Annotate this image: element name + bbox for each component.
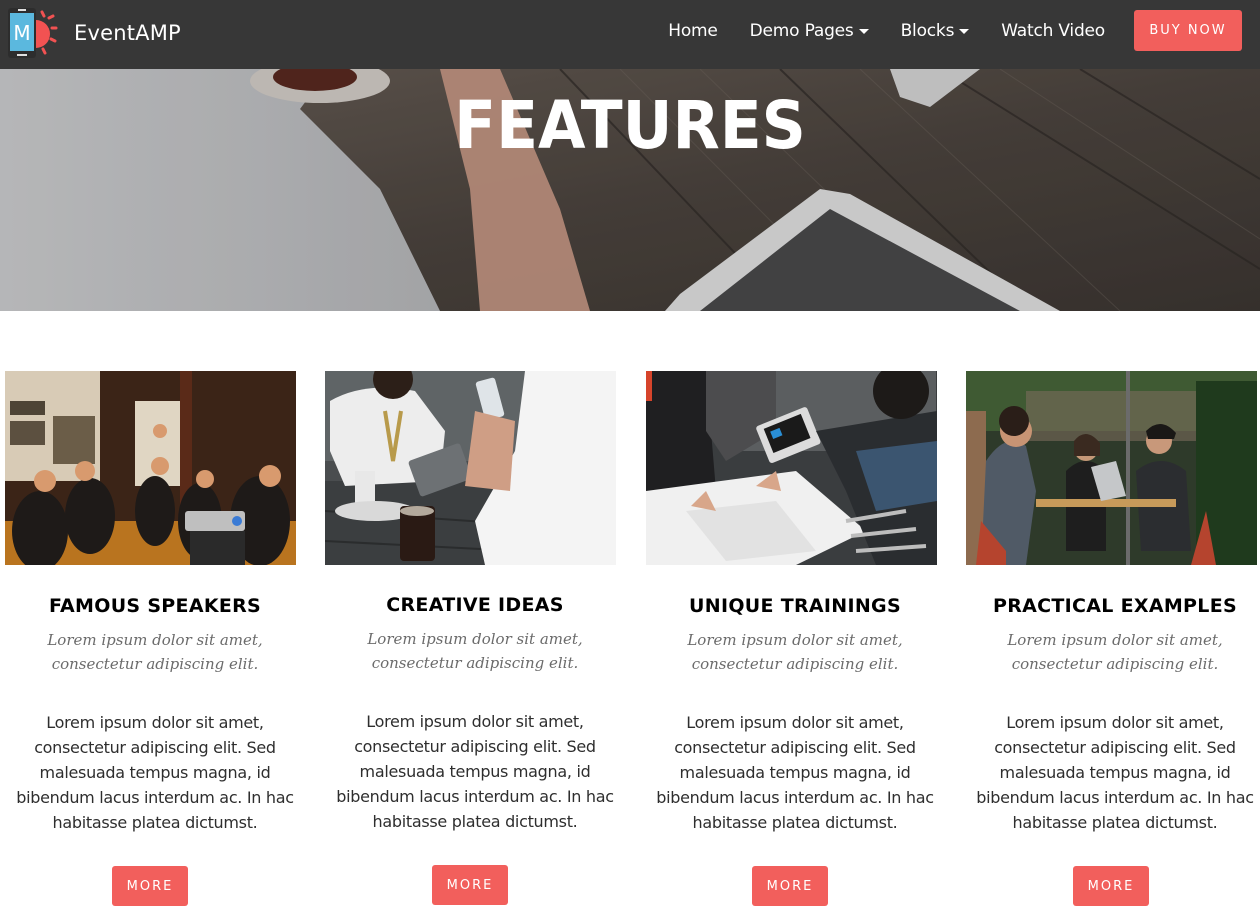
nav-home-label: Home bbox=[668, 20, 718, 41]
caret-down-icon bbox=[959, 29, 970, 34]
feature-image bbox=[966, 371, 1257, 565]
nav-home[interactable]: Home bbox=[668, 20, 718, 41]
more-button[interactable]: MORE bbox=[752, 866, 828, 906]
caret-down-icon bbox=[858, 29, 869, 34]
nav-blocks[interactable]: Blocks bbox=[901, 21, 970, 41]
feature-description: Lorem ipsum dolor sit amet, consectetur … bbox=[336, 712, 614, 831]
outdoor-cafe-photo bbox=[966, 371, 1257, 565]
hero-title: FEATURES bbox=[454, 87, 806, 164]
logo-icon: M bbox=[6, 4, 58, 62]
audience-photo bbox=[5, 371, 296, 565]
feature-subtitle: Lorem ipsum dolor sit amet, consectetur … bbox=[687, 631, 903, 673]
feature-image bbox=[5, 371, 296, 565]
nav-watch-video[interactable]: Watch Video bbox=[1001, 21, 1105, 41]
feature-description: Lorem ipsum dolor sit amet, consectetur … bbox=[656, 713, 934, 832]
buy-now-button[interactable]: BUY NOW bbox=[1134, 10, 1242, 51]
team-training-photo bbox=[646, 371, 937, 565]
feature-description: Lorem ipsum dolor sit amet, consectetur … bbox=[16, 713, 294, 832]
more-button[interactable]: MORE bbox=[112, 866, 188, 906]
brand[interactable]: M EventAMP bbox=[6, 4, 181, 62]
feature-subtitle: Lorem ipsum dolor sit amet, consectetur … bbox=[1007, 631, 1223, 673]
more-button[interactable]: MORE bbox=[432, 865, 508, 905]
feature-subtitle: Lorem ipsum dolor sit amet, consectetur … bbox=[367, 630, 583, 672]
feature-title: FAMOUS SPEAKERS bbox=[48, 595, 262, 617]
main-nav: Home Demo Pages Blocks Watch Video BUY N… bbox=[668, 0, 1242, 61]
feature-image bbox=[646, 371, 937, 565]
navbar: M EventAMP Home Demo Pages Blocks Watch … bbox=[0, 0, 1260, 69]
more-button[interactable]: MORE bbox=[1073, 866, 1149, 906]
feature-subtitle: Lorem ipsum dolor sit amet, consectetur … bbox=[47, 631, 263, 673]
feature-image bbox=[325, 371, 616, 565]
nav-watch-video-label: Watch Video bbox=[1001, 20, 1105, 41]
nav-demo-pages-label: Demo Pages bbox=[749, 20, 854, 41]
nav-blocks-label: Blocks bbox=[900, 20, 955, 41]
feature-title: PRACTICAL EXAMPLES bbox=[993, 595, 1237, 617]
feature-title: UNIQUE TRAININGS bbox=[689, 595, 901, 617]
cafe-devices-photo bbox=[325, 371, 616, 565]
nav-demo-pages[interactable]: Demo Pages bbox=[750, 21, 869, 41]
brand-name: EventAMP bbox=[74, 21, 181, 45]
feature-description: Lorem ipsum dolor sit amet, consectetur … bbox=[976, 713, 1254, 832]
hero-banner: FEATURES bbox=[0, 69, 1260, 311]
feature-title: CREATIVE IDEAS bbox=[386, 594, 564, 616]
logo-letter: M bbox=[13, 21, 30, 45]
